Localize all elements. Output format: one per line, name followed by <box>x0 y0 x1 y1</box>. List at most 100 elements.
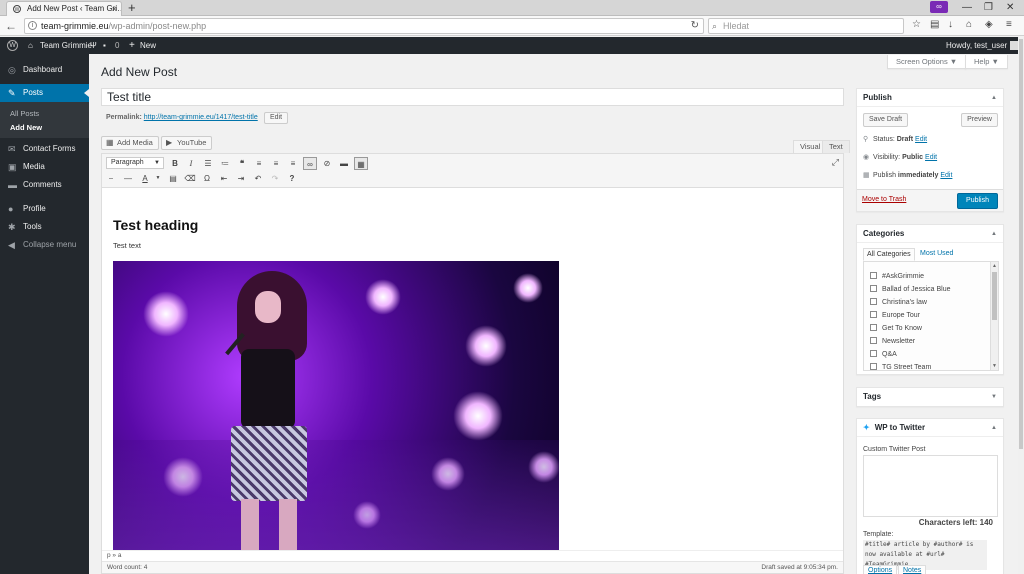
special-character-icon[interactable]: Ω <box>200 172 214 185</box>
category-item[interactable]: #AskGrimmie <box>870 272 924 280</box>
close-window-button[interactable]: ✕ <box>1006 0 1014 15</box>
reload-icon[interactable]: ↻ <box>691 19 699 33</box>
tab-notes[interactable]: Notes <box>898 565 927 574</box>
tab-all-categories[interactable]: All Categories <box>863 248 915 261</box>
schedule-edit-link[interactable]: Edit <box>940 172 952 179</box>
redo-icon[interactable]: ↷ <box>268 172 282 185</box>
new-content-link[interactable]: New <box>140 37 156 54</box>
align-center-icon[interactable]: ≡ <box>269 157 283 170</box>
customize-icon[interactable]: Ψ <box>90 37 97 54</box>
indent-icon[interactable]: ⇥ <box>234 172 248 185</box>
checkbox[interactable] <box>870 285 877 292</box>
checkbox[interactable] <box>870 337 877 344</box>
sidebar-item-posts[interactable]: ✎ Posts <box>0 84 89 102</box>
category-item[interactable]: Ballad of Jessica Blue <box>870 285 950 293</box>
clear-format-icon[interactable]: ⌫ <box>183 172 197 185</box>
browser-search-input[interactable]: ⌕ Hledat <box>708 18 904 34</box>
scrollbar-thumb[interactable] <box>992 272 997 320</box>
submenu-add-new[interactable]: Add New <box>10 123 42 132</box>
wordpress-logo-icon[interactable]: W <box>7 40 18 51</box>
checkbox[interactable] <box>870 363 877 370</box>
italic-icon[interactable]: I <box>184 157 198 170</box>
sidebar-collapse-menu[interactable]: ◀ Collapse menu <box>0 236 89 254</box>
preview-button[interactable]: Preview <box>961 113 998 127</box>
permalink-edit-button[interactable]: Edit <box>264 112 289 124</box>
tab-close-icon[interactable]: × <box>112 2 117 16</box>
home-icon[interactable]: ⌂ <box>966 19 972 30</box>
checkbox[interactable] <box>870 298 877 305</box>
publish-box-header[interactable]: Publish ▲ <box>857 89 1003 107</box>
scroll-down-icon[interactable]: ▼ <box>992 363 997 369</box>
submenu-all-posts[interactable]: All Posts <box>10 109 39 118</box>
align-left-icon[interactable]: ≡ <box>252 157 266 170</box>
comments-icon[interactable]: ▪ <box>103 37 106 54</box>
content-text[interactable]: Test text <box>113 241 141 250</box>
sidebar-item-tools[interactable]: ✱ Tools <box>0 218 89 236</box>
tab-text[interactable]: Text <box>822 140 850 153</box>
content-heading[interactable]: Test heading <box>113 217 198 233</box>
expand-arrow-icon[interactable]: ▼ <box>991 388 997 406</box>
scroll-up-icon[interactable]: ▲ <box>992 263 997 269</box>
sidebar-item-comments[interactable]: ▬ Comments <box>0 176 89 194</box>
numbered-list-icon[interactable]: ≔ <box>218 157 232 170</box>
category-item[interactable]: Christina's law <box>870 298 927 306</box>
category-item[interactable]: Europe Tour <box>870 311 920 319</box>
read-more-icon[interactable]: ▬ <box>337 157 351 170</box>
tab-most-used[interactable]: Most Used <box>917 248 956 261</box>
undo-icon[interactable]: ↶ <box>251 172 265 185</box>
collapse-arrow-icon[interactable]: ▲ <box>991 89 997 107</box>
custom-twitter-post-textarea[interactable] <box>863 455 998 517</box>
screen-options-button[interactable]: Screen Options ▼ <box>887 55 967 69</box>
paste-text-icon[interactable]: ▤ <box>166 172 180 185</box>
category-scrollbar[interactable]: ▲ ▼ <box>990 262 998 370</box>
comments-count[interactable]: 0 <box>115 37 119 54</box>
post-image[interactable] <box>113 261 559 550</box>
sidebar-item-media[interactable]: ▣ Media <box>0 158 89 176</box>
align-right-icon[interactable]: ≡ <box>286 157 300 170</box>
unlink-icon[interactable]: ⊘ <box>320 157 334 170</box>
move-to-trash-link[interactable]: Move to Trash <box>862 196 906 203</box>
site-home-icon[interactable]: ⌂ <box>28 37 33 54</box>
collapse-arrow-icon[interactable]: ▲ <box>991 225 997 243</box>
howdy-user-link[interactable]: Howdy, test_user <box>946 37 1020 54</box>
category-item[interactable]: Q&A <box>870 350 897 358</box>
back-arrow-icon[interactable]: ← <box>5 18 17 34</box>
add-media-button[interactable]: ▦ Add Media <box>101 136 159 150</box>
save-draft-button[interactable]: Save Draft <box>863 113 909 127</box>
blockquote-icon[interactable]: ❝ <box>235 157 249 170</box>
maximize-button[interactable]: ❐ <box>984 0 993 15</box>
plus-icon[interactable]: + <box>129 37 135 54</box>
collapse-arrow-icon[interactable]: ▲ <box>991 419 997 437</box>
site-name-link[interactable]: Team Grimmie <box>40 37 92 54</box>
text-color-chevron-icon[interactable]: ▼ <box>151 172 165 185</box>
twitter-box-header[interactable]: ✦ WP to Twitter ▲ <box>857 419 1003 437</box>
page-scrollbar-thumb[interactable] <box>1019 39 1023 449</box>
youtube-button[interactable]: ▶ YouTube <box>161 136 213 150</box>
category-item[interactable]: Get To Know <box>870 324 922 332</box>
publish-button[interactable]: Publish <box>957 193 998 209</box>
permalink-url-link[interactable]: http://team-grimmie.eu/1417/test-title <box>144 114 258 121</box>
link-icon[interactable]: ∞ <box>303 157 317 170</box>
category-item[interactable]: Newsletter <box>870 337 915 345</box>
categories-box-header[interactable]: Categories ▲ <box>857 225 1003 243</box>
category-item[interactable]: TG Street Team <box>870 363 931 370</box>
toolbar-toggle-icon[interactable]: ▦ <box>354 157 368 170</box>
strikethrough-icon[interactable]: ⎯ <box>104 172 118 185</box>
help-icon[interactable]: ? <box>285 172 299 185</box>
new-tab-button[interactable]: + <box>128 0 136 15</box>
tab-options[interactable]: Options <box>863 565 898 574</box>
post-title-input[interactable]: Test title <box>101 88 844 106</box>
sidebar-item-dashboard[interactable]: ◎ Dashboard <box>0 61 89 79</box>
outdent-icon[interactable]: ⇤ <box>217 172 231 185</box>
address-bar[interactable]: i team-grimmie.eu/wp-admin/post-new.php … <box>24 18 704 34</box>
menu-icon[interactable]: ≡ <box>1006 19 1012 30</box>
download-icon[interactable]: ↓ <box>948 19 953 30</box>
checkbox[interactable] <box>870 272 877 279</box>
visibility-edit-link[interactable]: Edit <box>925 154 937 161</box>
browser-tab[interactable]: W Add New Post ‹ Team Gri… × <box>6 1 122 16</box>
fullscreen-icon[interactable]: ⤢ <box>832 157 839 168</box>
pocket-icon[interactable]: ◈ <box>985 19 993 30</box>
horizontal-line-icon[interactable]: — <box>121 172 135 185</box>
checkbox[interactable] <box>870 324 877 331</box>
bullet-list-icon[interactable]: ☰ <box>201 157 215 170</box>
